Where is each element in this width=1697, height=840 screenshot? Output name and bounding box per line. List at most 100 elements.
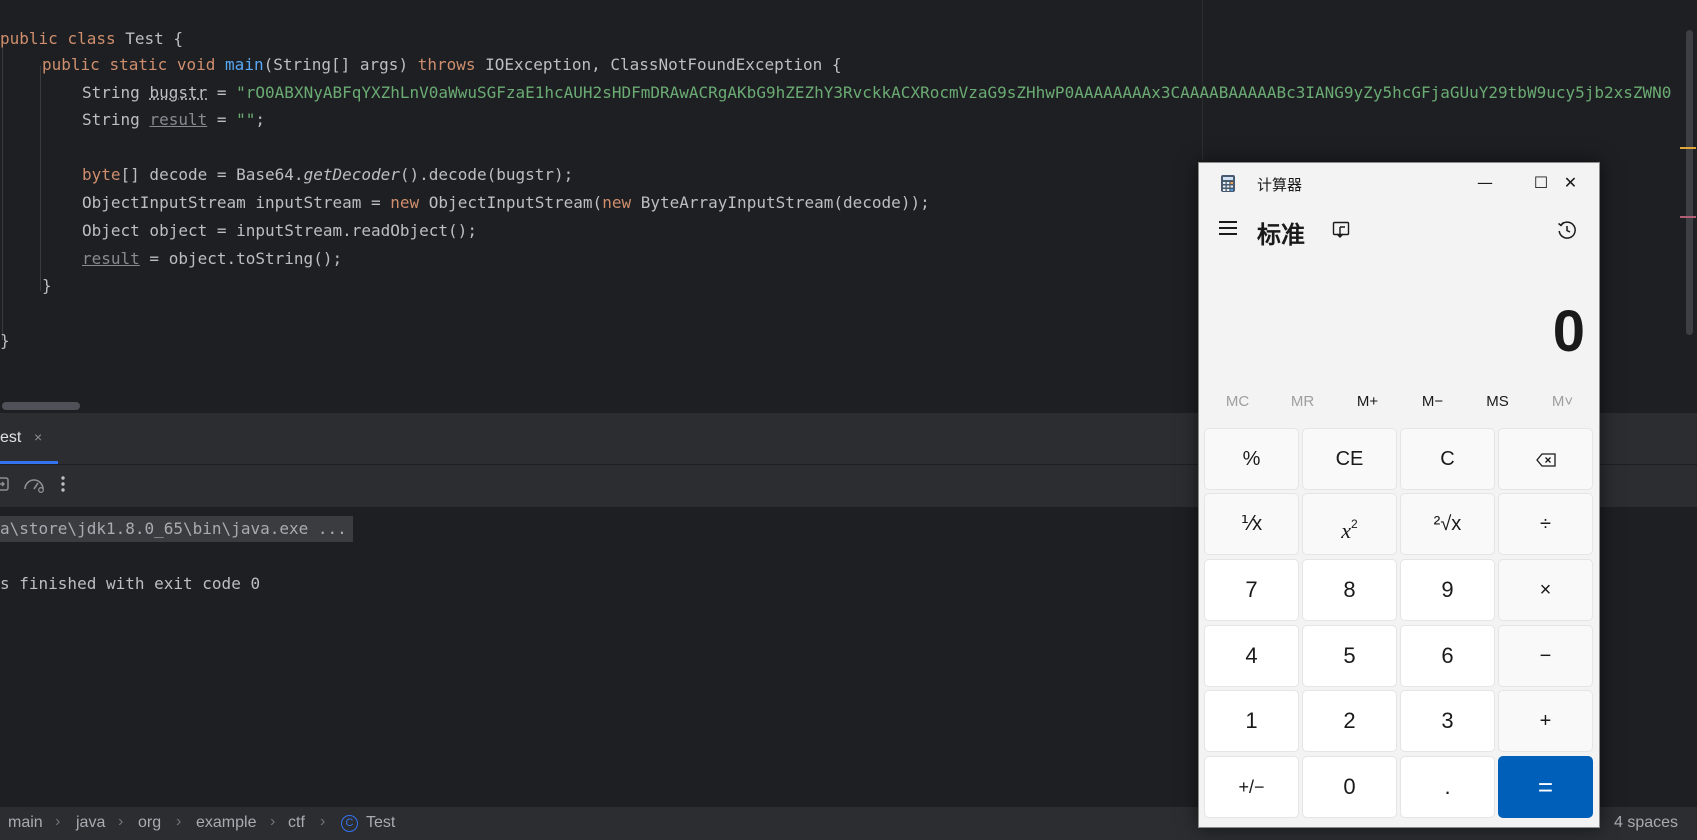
code-token: throws [417,55,476,74]
digit-4-button[interactable]: 4 [1204,625,1299,687]
code-line-10: } [0,273,52,299]
code-line-2: public static void main(String[] args) t… [0,52,842,78]
code-token: new [390,193,420,212]
keep-on-top-icon[interactable] [1332,221,1350,239]
divide-button[interactable]: ÷ [1498,493,1593,555]
menu-icon[interactable] [1219,221,1237,235]
negate-button[interactable]: +/− [1204,756,1299,818]
code-token: (String[] args) [263,55,418,74]
breadcrumb-test[interactable]: Test [366,814,395,832]
digit-7-button[interactable]: 7 [1204,559,1299,621]
breadcrumb-org[interactable]: org [138,814,161,832]
close-icon[interactable]: × [34,429,42,445]
square-root-button[interactable]: ²√x [1400,493,1495,555]
editor-vertical-scrollbar[interactable] [1686,30,1693,335]
code-token: main [225,55,264,74]
window-title: 计算器 [1257,177,1303,194]
memory-list-button[interactable]: M˅ [1530,385,1595,419]
code-token: ByteArrayInputStream(decode)); [631,193,930,212]
console-exit-message: s finished with exit code 0 [0,574,261,593]
backspace-button[interactable] [1498,428,1593,490]
code-token: = [207,110,237,129]
reciprocal-button[interactable]: ⅟x [1204,493,1299,555]
code-token: new [602,193,632,212]
calculator-window: 计算器 — ☐ ✕ 标准 0 MC MR M+ M− MS M˅ % CE C [1198,162,1600,828]
add-button[interactable]: + [1498,690,1593,752]
memory-recall-button[interactable]: MR [1270,385,1335,419]
error-marker[interactable] [1680,216,1696,218]
digit-2-button[interactable]: 2 [1302,690,1397,752]
code-token: public [0,29,58,48]
code-line-6: byte[] decode = Base64.getDecoder().deco… [0,162,573,188]
console-command-line[interactable]: a\store\jdk1.8.0_65\bin\java.exe ... [0,516,353,542]
restore-layout-icon[interactable] [0,475,12,498]
run-tab-label: est [0,429,22,446]
code-token: "" [236,110,256,129]
memory-subtract-button[interactable]: M− [1400,385,1465,419]
percent-button[interactable]: % [1204,428,1299,490]
subtract-button[interactable]: − [1498,625,1593,687]
memory-add-button[interactable]: M+ [1335,385,1400,419]
history-icon[interactable] [1557,220,1577,240]
breadcrumb-java[interactable]: java [76,814,105,832]
code-token: ; [255,110,266,129]
code-token: public [42,55,100,74]
digit-6-button[interactable]: 6 [1400,625,1495,687]
class-icon: C [341,815,358,832]
minimize-button[interactable]: — [1457,163,1513,203]
code-token: getDecoder [303,165,400,184]
code-token: result [82,249,140,268]
code-token: } [42,276,52,295]
code-token: } [0,331,10,350]
code-line-9: result = object.toString(); [0,246,342,272]
run-tab[interactable]: est × [0,414,58,464]
code-token: ObjectInputStream inputStream = [82,193,391,212]
memory-store-button[interactable]: MS [1465,385,1530,419]
clear-entry-button[interactable]: CE [1302,428,1397,490]
code-token: byte [82,165,121,184]
breadcrumb-ctf[interactable]: ctf [288,814,305,832]
equals-button[interactable]: = [1498,756,1593,818]
code-line-3: String bugstr = "rO0ABXNyABFqYXZhLnV0aWw… [0,80,1671,106]
calculator-app-icon [1221,175,1235,192]
indent-setting[interactable]: 4 spaces [1614,814,1678,832]
code-token: ().decode(bugstr); [399,165,574,184]
square-button[interactable]: x2 [1302,493,1397,555]
clear-button[interactable]: C [1400,428,1495,490]
digit-5-button[interactable]: 5 [1302,625,1397,687]
calculator-titlebar[interactable]: 计算器 — ☐ ✕ [1199,163,1599,203]
breadcrumb-separator: › [320,813,326,830]
breadcrumb-separator: › [118,813,124,830]
code-token: String [82,83,150,102]
calculator-header: 标准 [1199,207,1599,257]
decimal-button[interactable]: . [1400,756,1495,818]
mode-title: 标准 [1257,221,1305,249]
digit-9-button[interactable]: 9 [1400,559,1495,621]
breadcrumb-separator: › [270,813,276,830]
profiler-icon[interactable] [23,475,45,498]
keypad: % CE C ⅟x x2 ²√x ÷ 7 8 9 × 4 5 6 − 1 2 3… [1204,428,1594,823]
code-token: result [149,110,208,129]
close-button[interactable]: ✕ [1542,163,1599,203]
digit-0-button[interactable]: 0 [1302,756,1397,818]
code-line-1: public class Test { [0,26,183,52]
code-token: = [207,83,237,102]
code-token: [] decode = Base64. [120,165,304,184]
active-tab-indicator [0,461,58,464]
warning-marker[interactable] [1680,147,1696,149]
digit-3-button[interactable]: 3 [1400,690,1495,752]
memory-clear-button[interactable]: MC [1205,385,1270,419]
breadcrumb-main[interactable]: main [8,814,43,832]
code-token: = object.toString(); [139,249,343,268]
code-token: IOException, ClassNotFoundException { [475,55,842,74]
editor-horizontal-scrollbar[interactable] [2,402,80,410]
digit-8-button[interactable]: 8 [1302,559,1397,621]
multiply-button[interactable]: × [1498,559,1593,621]
more-options-icon[interactable] [60,475,66,498]
digit-1-button[interactable]: 1 [1204,690,1299,752]
breadcrumb-example[interactable]: example [196,814,256,832]
